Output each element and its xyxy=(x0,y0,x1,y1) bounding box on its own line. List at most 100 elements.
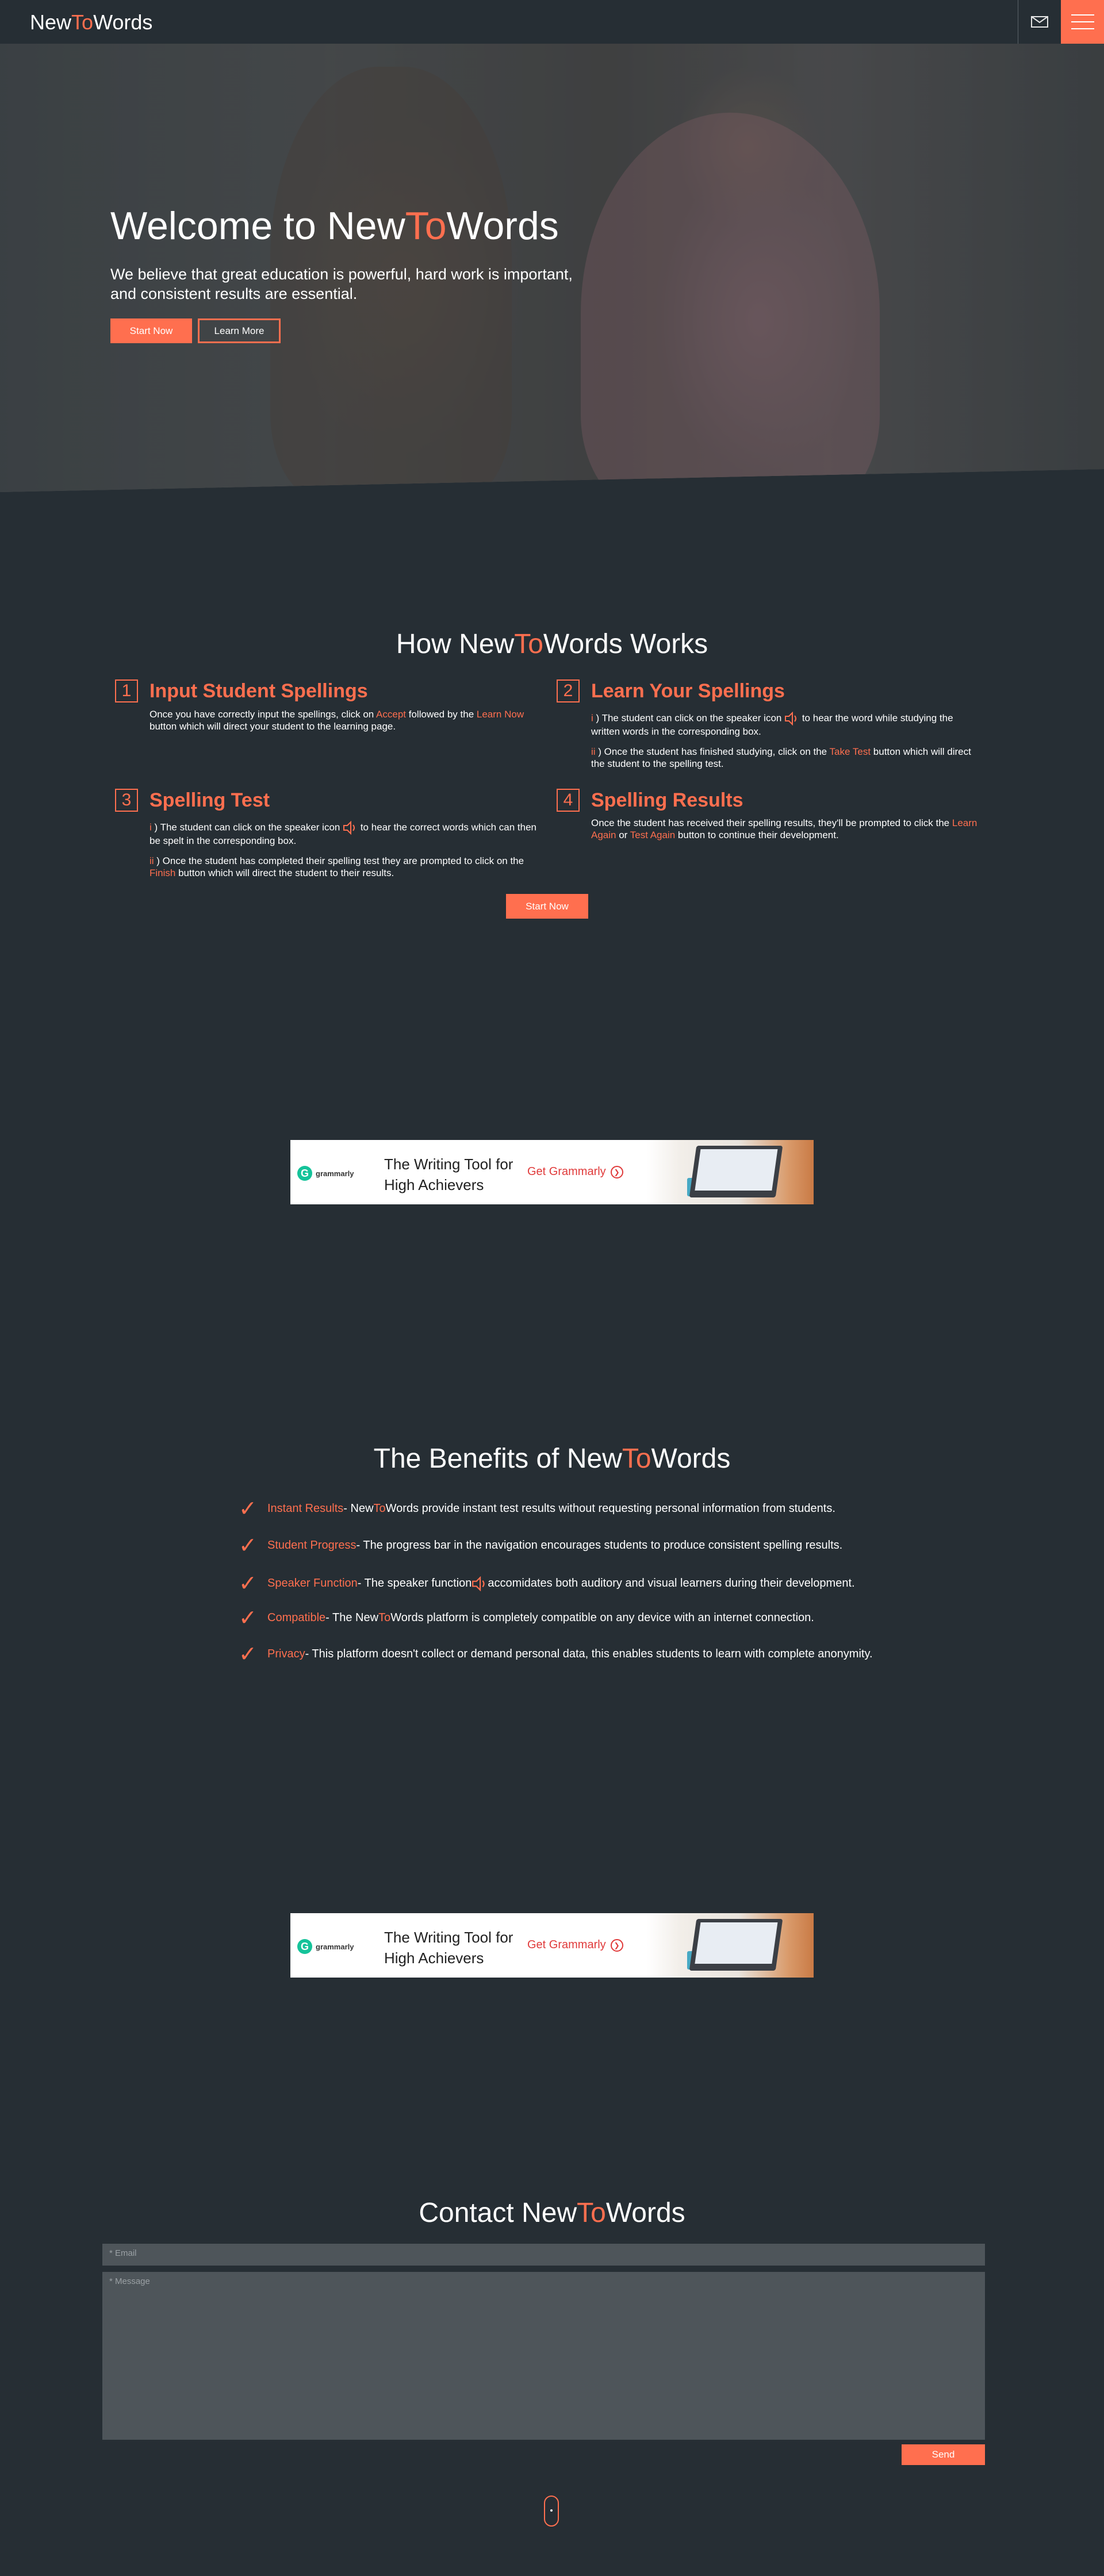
text-accent: To xyxy=(373,1502,386,1515)
benefit-label: Student Progress xyxy=(267,1539,356,1552)
ad-brand-name: grammarly xyxy=(316,1942,354,1951)
text-span: Words platform is completely compatible … xyxy=(390,1611,814,1624)
ad-cta-label: Get Grammarly xyxy=(527,1938,606,1951)
benefit-item-compatible: ✓ Compatible - The New To Words platform i… xyxy=(239,1605,814,1631)
take-test-link[interactable]: Take Test xyxy=(830,746,871,757)
text-span: accomidates both auditory and visual lea… xyxy=(488,1577,855,1590)
benefit-item-student-progress: ✓ Student Progress - The progress bar in… xyxy=(239,1533,842,1558)
step-2-title: Learn Your Spellings xyxy=(591,680,785,702)
check-icon: ✓ xyxy=(239,1606,257,1630)
text-span: button which will direct your student to… xyxy=(150,721,396,732)
benefit-label: Speaker Function xyxy=(267,1577,358,1590)
text-span: or xyxy=(616,830,630,840)
hamburger-icon-line xyxy=(1071,28,1094,29)
benefits-title: The Benefits of NewToWords xyxy=(0,1443,1104,1475)
benefit-item-instant-results: ✓ Instant Results - New To Words provide i… xyxy=(239,1496,835,1522)
menu-button[interactable] xyxy=(1061,0,1104,44)
step-2-paragraph-2: ii ) Once the student has finished study… xyxy=(591,746,982,770)
mail-button[interactable] xyxy=(1018,0,1061,44)
check-icon: ✓ xyxy=(239,1572,257,1596)
finish-link[interactable]: Finish xyxy=(150,867,175,878)
logo-part-to: To xyxy=(71,10,94,34)
ad-headline: The Writing Tool for High Achievers xyxy=(384,1929,513,1967)
benefit-label: Instant Results xyxy=(267,1502,344,1515)
learn-now-link[interactable]: Learn Now xyxy=(477,709,524,720)
chevron-right-icon: ❯ xyxy=(610,1165,623,1178)
benefit-label: Privacy xyxy=(267,1648,305,1660)
numeral: ii xyxy=(150,855,154,866)
contact-title-part: Words xyxy=(605,2198,685,2228)
site-logo[interactable]: NewToWords xyxy=(30,10,152,34)
how-start-now-button[interactable]: Start Now xyxy=(506,894,588,919)
test-again-link[interactable]: Test Again xyxy=(630,830,675,840)
text-span: ) Once the student has completed their s… xyxy=(154,855,524,866)
text-span: ) The student can click on the speaker i… xyxy=(151,821,343,833)
hero-title-accent: To xyxy=(405,204,447,248)
how-title-part: How New xyxy=(396,629,515,659)
benefits-title-part: The Benefits of New xyxy=(373,1444,622,1474)
hero-banner: Welcome to NewToWords We believe that gr… xyxy=(0,44,1104,492)
hero-title-part: Words xyxy=(446,204,559,248)
how-title-part: Words Works xyxy=(543,629,708,659)
text-span: followed by the xyxy=(406,709,477,720)
step-4-paragraph: Once the student has received their spel… xyxy=(591,817,982,841)
check-icon: ✓ xyxy=(239,1497,257,1521)
step-2-paragraph-1: i ) The student can click on the speaker… xyxy=(591,712,982,738)
step-3-text: i ) The student can click on the speaker… xyxy=(150,821,540,887)
send-button[interactable]: Send xyxy=(902,2444,985,2465)
how-it-works-title: How NewToWords Works xyxy=(0,628,1104,660)
step-1-title: Input Student Spellings xyxy=(150,680,368,702)
benefits-title-accent: To xyxy=(622,1444,651,1474)
text-span: - This platform doesn't collect or deman… xyxy=(305,1648,873,1660)
check-icon: ✓ xyxy=(239,1642,257,1667)
ad-headline: The Writing Tool for High Achievers xyxy=(384,1155,513,1193)
step-1-text: Once you have correctly input the spelli… xyxy=(150,708,552,740)
step-3-title: Spelling Test xyxy=(150,789,270,811)
how-title-accent: To xyxy=(514,629,543,659)
text-span: button to continue their development. xyxy=(675,830,839,840)
ad-cta-link[interactable]: Get Grammarly ❯ xyxy=(527,1165,623,1178)
numeral: ii xyxy=(591,746,596,757)
text-span: ) The student can click on the speaker i… xyxy=(593,712,785,724)
hero-start-now-button[interactable]: Start Now xyxy=(110,318,192,343)
hero-learn-more-button[interactable]: Learn More xyxy=(198,318,281,343)
text-span: Words provide instant test results witho… xyxy=(385,1502,835,1515)
accept-link[interactable]: Accept xyxy=(376,709,406,720)
grammarly-g-icon: G xyxy=(297,1166,312,1181)
contact-title: Contact NewToWords xyxy=(0,2197,1104,2229)
email-field[interactable]: * Email xyxy=(102,2244,985,2266)
scroll-top-mouse-icon[interactable] xyxy=(544,2496,559,2527)
text-span: Once you have correctly input the spelli… xyxy=(150,709,377,720)
text-span: ) Once the student has finished studying… xyxy=(595,746,830,757)
step-3-paragraph-1: i ) The student can click on the speaker… xyxy=(150,821,540,847)
text-span: - New xyxy=(343,1502,374,1515)
logo-part-words: Words xyxy=(93,10,153,34)
envelope-icon xyxy=(1031,16,1048,28)
hamburger-icon-line xyxy=(1071,21,1094,22)
grammarly-logo: G grammarly xyxy=(297,1939,354,1954)
hero-title: Welcome to NewToWords xyxy=(110,204,559,248)
ad-brand-name: grammarly xyxy=(316,1169,354,1178)
top-navigation-bar: NewToWords xyxy=(0,0,1104,44)
mouse-wheel-dot xyxy=(550,2509,553,2512)
step-2-number: 2 xyxy=(557,679,580,702)
grammarly-ad-banner[interactable]: G grammarly The Writing Tool for High Ac… xyxy=(290,1140,814,1204)
text-span: - The speaker function xyxy=(357,1577,472,1590)
step-1-paragraph: Once you have correctly input the spelli… xyxy=(150,708,552,732)
step-4-text: Once the student has received their spel… xyxy=(591,817,982,849)
text-span: - The progress bar in the navigation enc… xyxy=(356,1539,843,1552)
ad-laptop-image xyxy=(689,1146,783,1197)
ad-laptop-image xyxy=(689,1919,783,1971)
message-field[interactable]: * Message xyxy=(102,2272,985,2440)
text-span: Once the student has received their spel… xyxy=(591,817,952,828)
hero-subtitle: We believe that great education is power… xyxy=(110,266,573,302)
step-3-number: 3 xyxy=(115,789,138,812)
grammarly-ad-banner-2[interactable]: G grammarly The Writing Tool for High Ac… xyxy=(290,1913,814,1978)
ad-cta-link[interactable]: Get Grammarly ❯ xyxy=(527,1938,623,1952)
speaker-icon xyxy=(472,1576,485,1591)
logo-part-new: New xyxy=(30,10,72,34)
benefit-item-speaker-function: ✓ Speaker Function - The speaker functio… xyxy=(239,1571,855,1596)
step-3-paragraph-2: ii ) Once the student has completed thei… xyxy=(150,855,540,879)
speaker-icon[interactable] xyxy=(784,712,799,725)
speaker-icon[interactable] xyxy=(343,821,358,835)
